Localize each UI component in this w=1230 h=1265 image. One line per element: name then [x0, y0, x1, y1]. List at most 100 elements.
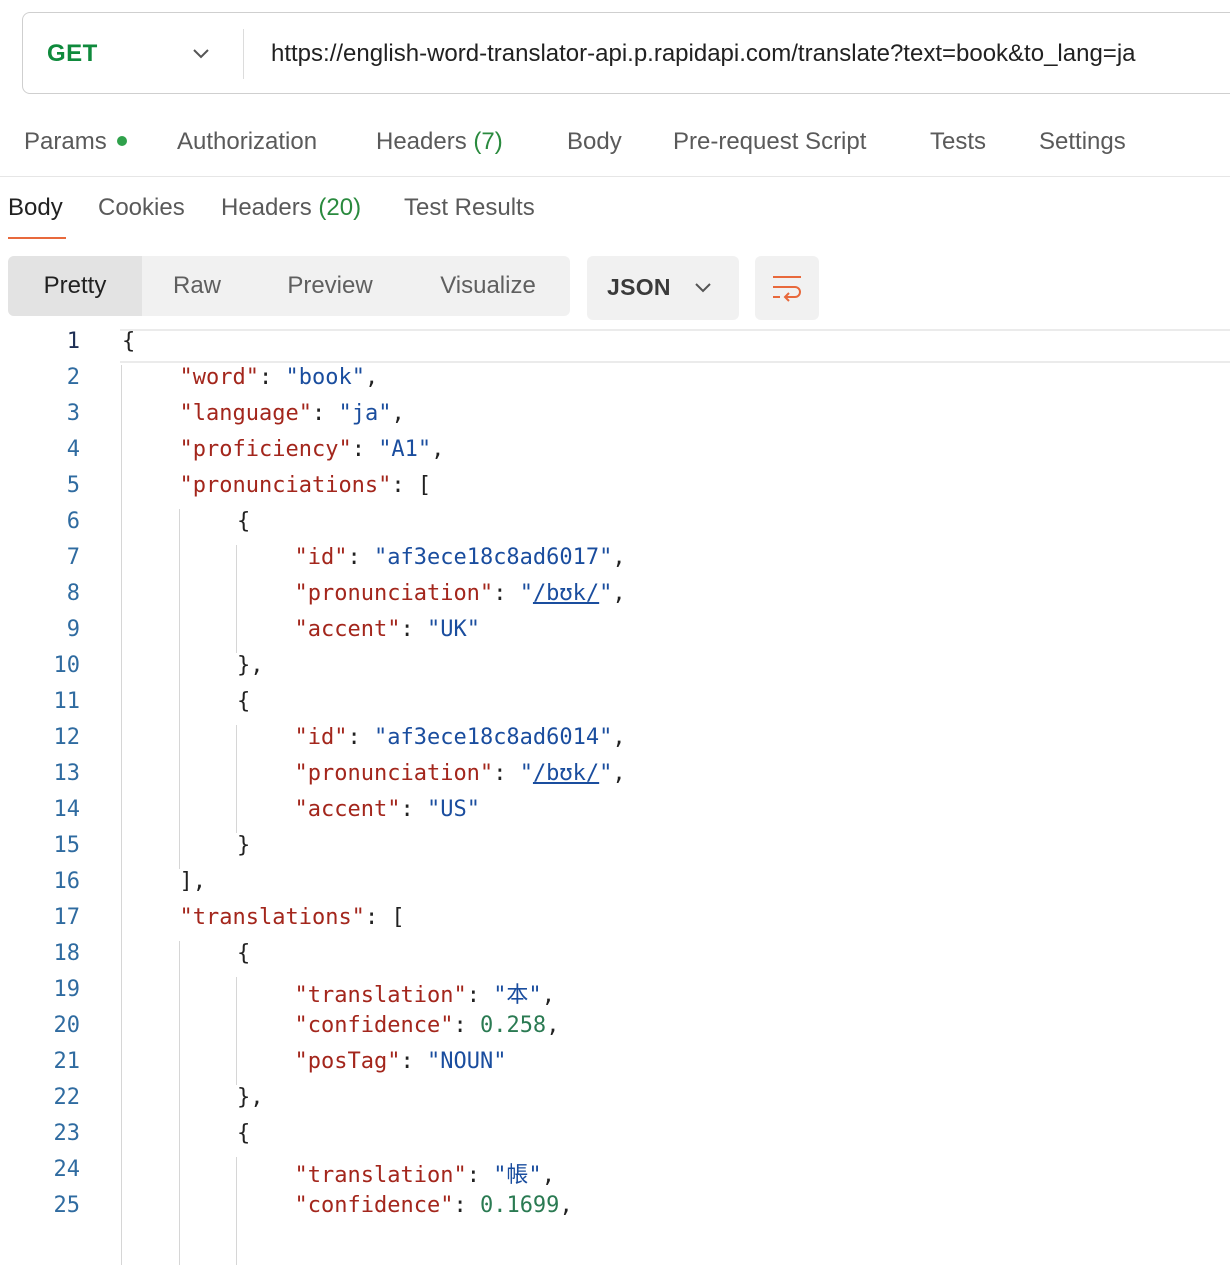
json-punctuation: : [493, 581, 520, 606]
json-link[interactable]: /bʊk/ [533, 761, 599, 786]
code-line: 19 "translation": "本", [0, 977, 1230, 1013]
json-punctuation: : [493, 761, 520, 786]
code-line: 8 "pronunciation": "/bʊk/", [0, 581, 1230, 617]
json-punctuation: : [400, 617, 427, 642]
code-text: { [122, 329, 135, 354]
json-key: "posTag" [294, 1049, 401, 1074]
tab-prerequest-script[interactable]: Pre-request Script [673, 128, 866, 156]
code-text: "pronunciation": "/bʊk/", [295, 581, 626, 606]
line-number: 3 [66, 401, 80, 426]
line-number: 4 [66, 437, 80, 462]
view-pretty-button[interactable]: Pretty [8, 256, 142, 316]
response-tab-headers[interactable]: Headers (20) [221, 194, 361, 222]
json-punctuation: } [237, 833, 251, 858]
json-punctuation: , [612, 545, 626, 570]
code-line: 11 { [0, 689, 1230, 725]
json-key: "accent" [294, 797, 401, 822]
tab-authorization[interactable]: Authorization [177, 128, 317, 156]
code-text: }, [237, 653, 264, 678]
line-number: 5 [66, 473, 80, 498]
tab-headers[interactable]: Headers (7) [376, 128, 503, 156]
format-select[interactable]: JSON [587, 256, 739, 320]
line-number: 22 [53, 1085, 81, 1110]
line-number: 14 [53, 797, 81, 822]
line-number: 24 [53, 1157, 81, 1182]
view-visualize-button[interactable]: Visualize [420, 256, 556, 316]
json-key: "accent" [294, 617, 401, 642]
code-line: 6{ [0, 509, 1230, 545]
json-punctuation: : [347, 545, 374, 570]
json-punctuation: : [258, 365, 286, 390]
line-number: 10 [53, 653, 81, 678]
line-number: 19 [53, 977, 81, 1002]
headers-count: (7) [473, 128, 503, 155]
json-punctuation: { [237, 509, 251, 534]
json-number: 0.1699 [479, 1193, 560, 1218]
line-number: 13 [53, 761, 81, 786]
http-method-select[interactable]: GET [47, 40, 98, 68]
code-text: { [237, 689, 250, 714]
code-line: 20 "confidence": 0.258, [0, 1013, 1230, 1049]
code-line: 10}, [0, 653, 1230, 689]
code-line: 21 "posTag": "NOUN" [0, 1049, 1230, 1085]
json-punctuation: : [347, 725, 374, 750]
code-text: "translation": "本", [295, 977, 555, 1009]
json-key: "word" [179, 365, 259, 390]
json-punctuation: : [453, 1193, 480, 1218]
code-line: 12 "id": "af3ece18c8ad6014", [0, 725, 1230, 761]
json-string: "af3ece18c8ad6014" [373, 725, 613, 750]
view-raw-button[interactable]: Raw [142, 256, 252, 316]
response-body-editor[interactable]: 1{2 "word": "book", 3 "language": "ja", 4 "pr… [0, 329, 1230, 1265]
green-dot-icon [116, 135, 127, 146]
code-line: 3 "language": "ja", [0, 401, 1230, 437]
json-punctuation: { [122, 329, 136, 354]
code-line: 16], [0, 869, 1230, 905]
json-string: "ja" [338, 401, 392, 426]
json-punctuation: : [466, 983, 494, 1008]
code-text: "word": "book", [180, 365, 379, 390]
indent-guide [179, 509, 180, 869]
json-string: "A1" [378, 437, 432, 462]
code-text: "accent": "US" [295, 797, 480, 822]
view-preview-button[interactable]: Preview [266, 256, 394, 316]
json-string: "本" [493, 983, 542, 1008]
code-text: "accent": "UK" [295, 617, 480, 642]
code-text: { [237, 509, 250, 534]
code-line: 2 "word": "book", [0, 365, 1230, 401]
code-line: 9 "accent": "UK" [0, 617, 1230, 653]
json-punctuation: : [400, 797, 427, 822]
tab-params[interactable]: Params [24, 128, 127, 156]
request-tabs: Params Authorization Headers (7) Body Pr… [0, 120, 1230, 177]
response-tab-body[interactable]: Body [8, 194, 63, 222]
json-punctuation: : [466, 1163, 494, 1188]
code-line: 1{ [0, 329, 1230, 365]
json-key: "pronunciations" [179, 473, 392, 498]
chevron-down-icon[interactable] [191, 47, 211, 61]
json-key: "confidence" [294, 1013, 454, 1038]
tab-body[interactable]: Body [567, 128, 622, 156]
line-number: 15 [53, 833, 81, 858]
json-punctuation: , [612, 581, 626, 606]
json-string: "book" [285, 365, 365, 390]
tab-settings[interactable]: Settings [1039, 128, 1126, 156]
wrap-lines-button[interactable] [755, 256, 819, 320]
json-punctuation: }, [237, 1085, 264, 1110]
code-text: "translations": [ [180, 905, 405, 930]
code-line: 13 "pronunciation": "/bʊk/", [0, 761, 1230, 797]
json-punctuation: : [351, 437, 379, 462]
json-link[interactable]: /bʊk/ [533, 581, 599, 606]
json-key: "id" [294, 545, 348, 570]
line-number: 2 [66, 365, 80, 390]
code-text: "proficiency": "A1", [180, 437, 445, 462]
wrap-lines-icon [773, 276, 801, 302]
url-input[interactable]: https://english-word-translator-api.p.ra… [271, 40, 1136, 68]
view-mode-toggle: Pretty Raw Preview Visualize [8, 256, 570, 316]
code-text: }, [237, 1085, 264, 1110]
indent-guide [121, 365, 122, 1265]
response-tab-cookies[interactable]: Cookies [98, 194, 185, 222]
json-punctuation: , [612, 725, 626, 750]
json-punctuation: : [311, 401, 339, 426]
tab-params-label: Params [24, 128, 107, 155]
response-tab-test-results[interactable]: Test Results [404, 194, 535, 222]
tab-tests[interactable]: Tests [930, 128, 986, 156]
